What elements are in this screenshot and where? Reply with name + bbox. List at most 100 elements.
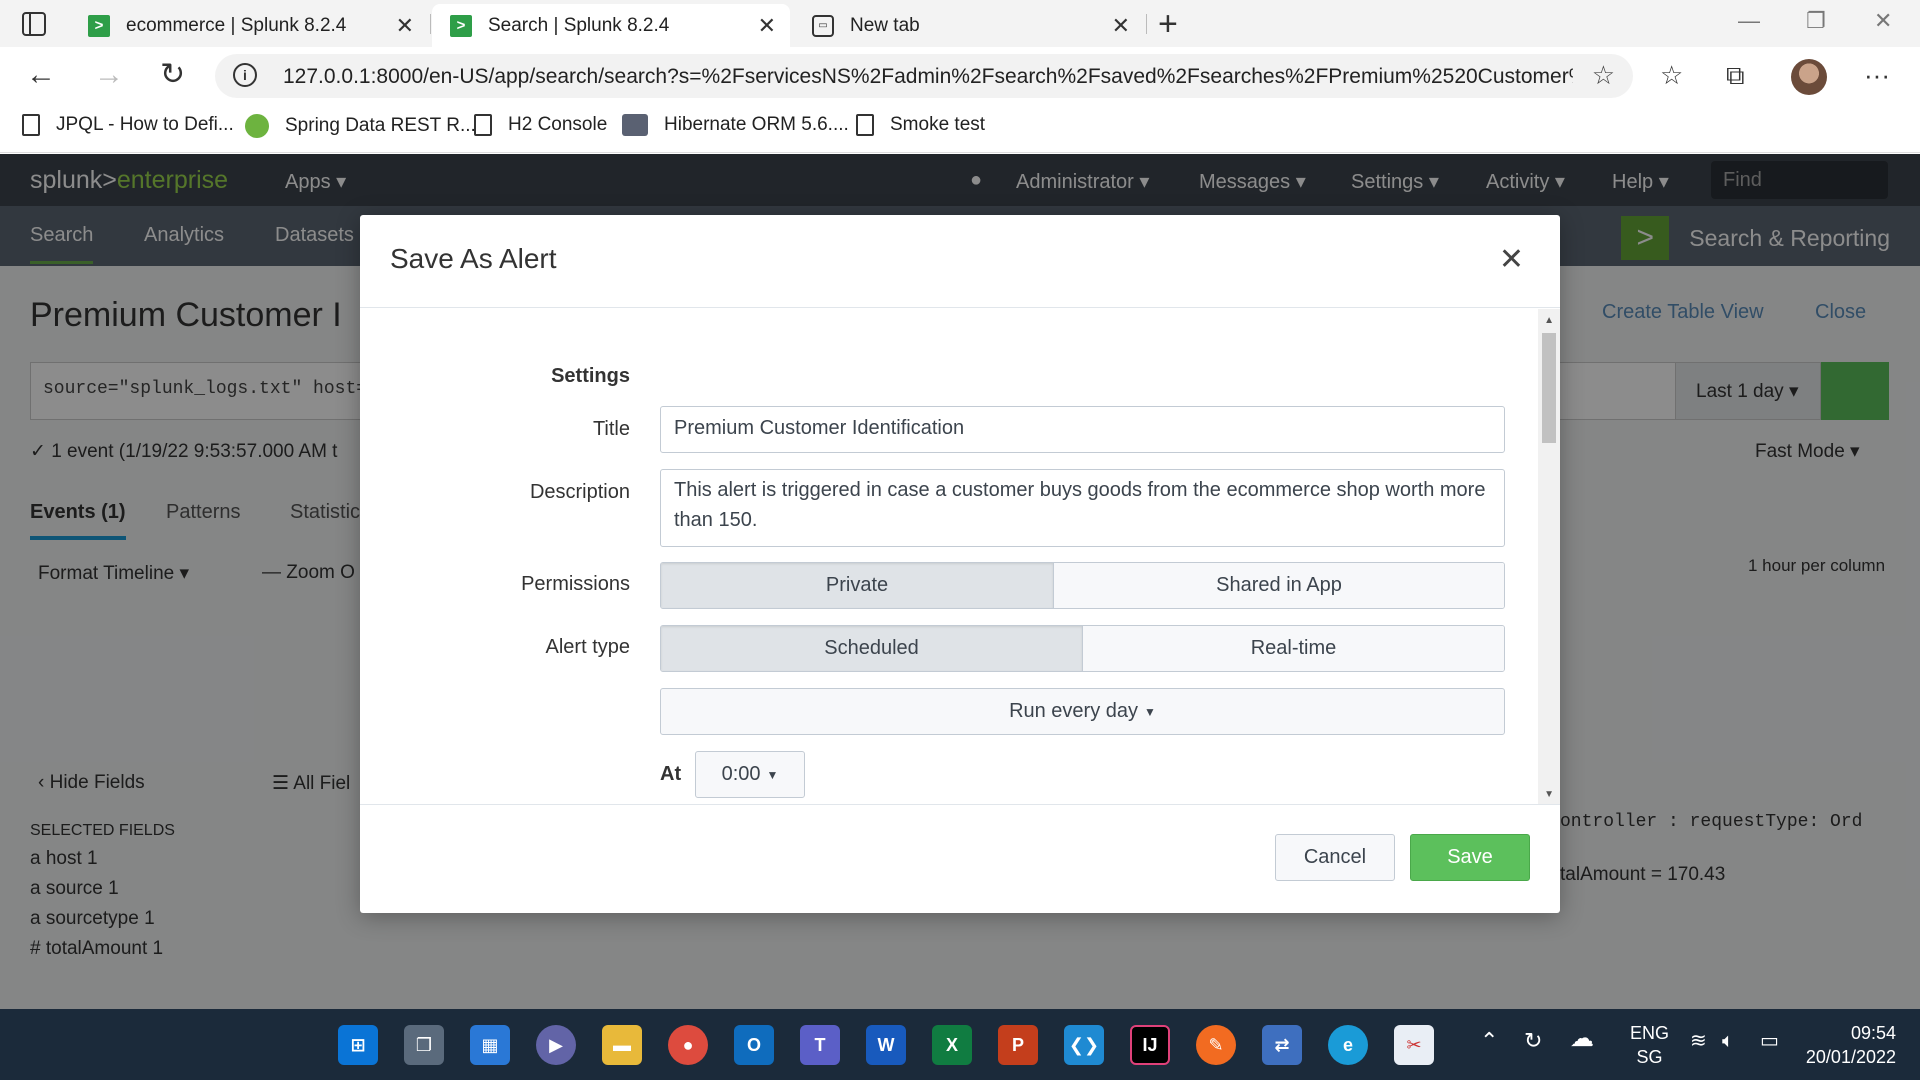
alert-type-toggle: Scheduled Real-time bbox=[660, 625, 1505, 672]
widgets-icon[interactable]: ▦ bbox=[470, 1025, 510, 1065]
back-icon[interactable]: ← bbox=[26, 57, 56, 93]
bookmark-hibernate[interactable]: Hibernate ORM 5.6.... bbox=[622, 114, 849, 136]
close-icon[interactable]: ✕ bbox=[396, 13, 414, 39]
scrollbar-thumb[interactable] bbox=[1542, 333, 1556, 443]
tab-actions-icon[interactable] bbox=[22, 12, 46, 36]
close-icon[interactable]: ✕ bbox=[1112, 13, 1130, 39]
new-tab-icon: ▭ bbox=[812, 14, 834, 37]
snipping-tool-icon[interactable]: ✂ bbox=[1394, 1025, 1434, 1065]
bookmark-spring[interactable]: Spring Data REST R... bbox=[245, 114, 476, 138]
address-bar-row: ← → ↻ i 127.0.0.1:8000/en-US/app/search/… bbox=[0, 47, 1920, 105]
network-app-icon[interactable]: ⇄ bbox=[1262, 1025, 1302, 1065]
alert-type-realtime-button[interactable]: Real-time bbox=[1082, 626, 1504, 671]
settings-heading: Settings bbox=[551, 365, 630, 387]
chevron-up-icon[interactable]: ⌃ bbox=[1480, 1029, 1498, 1053]
task-view-icon[interactable]: ❐ bbox=[404, 1025, 444, 1065]
chrome-icon[interactable]: ● bbox=[668, 1025, 708, 1065]
tab-label: ecommerce | Splunk 8.2.4 bbox=[126, 14, 347, 36]
more-icon[interactable]: ··· bbox=[1864, 60, 1890, 91]
onedrive-icon[interactable]: ☁ bbox=[1570, 1027, 1594, 1051]
tab-search[interactable]: > Search | Splunk 8.2.4 ✕ bbox=[432, 4, 790, 47]
outlook-icon[interactable]: O bbox=[734, 1025, 774, 1065]
language-code: ENG bbox=[1630, 1023, 1670, 1043]
description-textarea[interactable]: This alert is triggered in case a custom… bbox=[660, 469, 1505, 547]
alert-type-scheduled-button[interactable]: Scheduled bbox=[661, 626, 1082, 671]
clock[interactable]: 09:54 20/01/2022 bbox=[1804, 1021, 1896, 1069]
add-favorite-icon[interactable]: ☆ bbox=[1592, 60, 1615, 91]
dialog-footer: Cancel Save bbox=[360, 804, 1560, 913]
forward-icon[interactable]: → bbox=[94, 57, 124, 93]
word-icon[interactable]: W bbox=[866, 1025, 906, 1065]
time-value: 0:00 bbox=[721, 763, 761, 785]
bookmark-label: Smoke test bbox=[890, 114, 986, 135]
splunk-icon: > bbox=[450, 14, 472, 37]
url-field[interactable]: i 127.0.0.1:8000/en-US/app/search/search… bbox=[215, 54, 1633, 98]
schedule-value: Run every day bbox=[1009, 700, 1139, 722]
chevron-down-icon: ▼ bbox=[766, 767, 779, 782]
tab-separator bbox=[430, 14, 431, 34]
spring-icon bbox=[245, 114, 269, 138]
site-info-icon[interactable]: i bbox=[233, 63, 257, 87]
restore-icon[interactable]: ❐ bbox=[1806, 8, 1826, 34]
tab-new-tab[interactable]: ▭ New tab ✕ bbox=[794, 4, 1144, 47]
collections-icon[interactable]: ⧉ bbox=[1726, 60, 1745, 92]
battery-icon[interactable]: ▭ bbox=[1760, 1029, 1779, 1053]
new-tab-plus-icon[interactable]: + bbox=[1158, 4, 1178, 44]
bookmark-h2-console[interactable]: H2 Console bbox=[474, 114, 607, 136]
permission-shared-button[interactable]: Shared in App bbox=[1053, 563, 1504, 608]
intellij-icon[interactable]: IJ bbox=[1130, 1025, 1170, 1065]
permission-private-button[interactable]: Private bbox=[661, 563, 1053, 608]
avatar[interactable] bbox=[1791, 59, 1827, 95]
scroll-up-icon[interactable]: ▲ bbox=[1544, 315, 1554, 326]
at-label: At bbox=[660, 763, 682, 785]
bookmark-label: Spring Data REST R... bbox=[285, 115, 476, 136]
excel-icon[interactable]: X bbox=[932, 1025, 972, 1065]
edge-icon[interactable]: e bbox=[1328, 1025, 1368, 1065]
favorites-icon[interactable]: ☆ bbox=[1660, 60, 1683, 91]
dialog-scrollbar[interactable]: ▲ ▼ bbox=[1538, 309, 1560, 804]
wifi-icon[interactable]: ≋ bbox=[1690, 1029, 1707, 1053]
scroll-down-icon[interactable]: ▼ bbox=[1544, 789, 1554, 800]
tab-label: Search | Splunk 8.2.4 bbox=[488, 14, 670, 36]
title-input[interactable]: Premium Customer Identification bbox=[660, 406, 1505, 453]
dialog-title: Save As Alert bbox=[390, 243, 557, 274]
start-icon[interactable]: ⊞ bbox=[338, 1025, 378, 1065]
page-icon bbox=[474, 114, 492, 136]
title-label: Title bbox=[592, 418, 630, 440]
clock-time: 09:54 bbox=[1850, 1023, 1896, 1043]
language-indicator[interactable]: ENG SG bbox=[1630, 1021, 1669, 1069]
save-button[interactable]: Save bbox=[1410, 834, 1530, 881]
postman-icon[interactable]: ✎ bbox=[1196, 1025, 1236, 1065]
volume-icon[interactable]: 🔈︎ bbox=[1722, 1029, 1734, 1053]
clock-date: 20/01/2022 bbox=[1805, 1047, 1896, 1067]
save-as-alert-dialog: Save As Alert ✕ Settings Title Premium C… bbox=[360, 215, 1560, 913]
vscode-icon[interactable]: ❮❯ bbox=[1064, 1025, 1104, 1065]
region-code: SG bbox=[1636, 1047, 1663, 1067]
alert-type-label: Alert type bbox=[545, 636, 630, 658]
tab-ecommerce[interactable]: > ecommerce | Splunk 8.2.4 ✕ bbox=[70, 4, 428, 47]
close-icon[interactable]: ✕ bbox=[1499, 245, 1524, 275]
bookmark-smoke-test[interactable]: Smoke test bbox=[856, 114, 985, 136]
cancel-button[interactable]: Cancel bbox=[1275, 834, 1395, 881]
bookmark-label: H2 Console bbox=[508, 114, 608, 135]
sync-icon[interactable]: ↻ bbox=[1524, 1029, 1542, 1053]
close-icon[interactable]: ✕ bbox=[758, 13, 776, 39]
hibernate-icon bbox=[622, 114, 648, 136]
time-dropdown[interactable]: 0:00 ▼ bbox=[695, 751, 805, 798]
bookmarks-bar: JPQL - How to Defi... Spring Data REST R… bbox=[0, 105, 1920, 153]
bookmark-label: Hibernate ORM 5.6.... bbox=[664, 114, 849, 135]
minimize-icon[interactable]: — bbox=[1738, 8, 1760, 34]
windows-taskbar: ⊞ ❐ ▦ ▶ ▬ ● O T W X P ❮❯ IJ ✎ ⇄ e ✂ ⌃ ↻ … bbox=[0, 1009, 1920, 1080]
schedule-dropdown[interactable]: Run every day ▼ bbox=[660, 688, 1505, 735]
teams-icon[interactable]: T bbox=[800, 1025, 840, 1065]
tab-separator bbox=[1146, 14, 1147, 34]
splunk-icon: > bbox=[88, 14, 110, 37]
chat-icon[interactable]: ▶ bbox=[536, 1025, 576, 1065]
bookmark-jpql[interactable]: JPQL - How to Defi... bbox=[22, 114, 234, 136]
url-text[interactable]: 127.0.0.1:8000/en-US/app/search/search?s… bbox=[283, 65, 1573, 89]
reload-icon[interactable]: ↻ bbox=[160, 57, 185, 93]
file-explorer-icon[interactable]: ▬ bbox=[602, 1025, 642, 1065]
powerpoint-icon[interactable]: P bbox=[998, 1025, 1038, 1065]
window-close-icon[interactable]: ✕ bbox=[1874, 8, 1892, 34]
chevron-down-icon: ▼ bbox=[1144, 704, 1156, 719]
